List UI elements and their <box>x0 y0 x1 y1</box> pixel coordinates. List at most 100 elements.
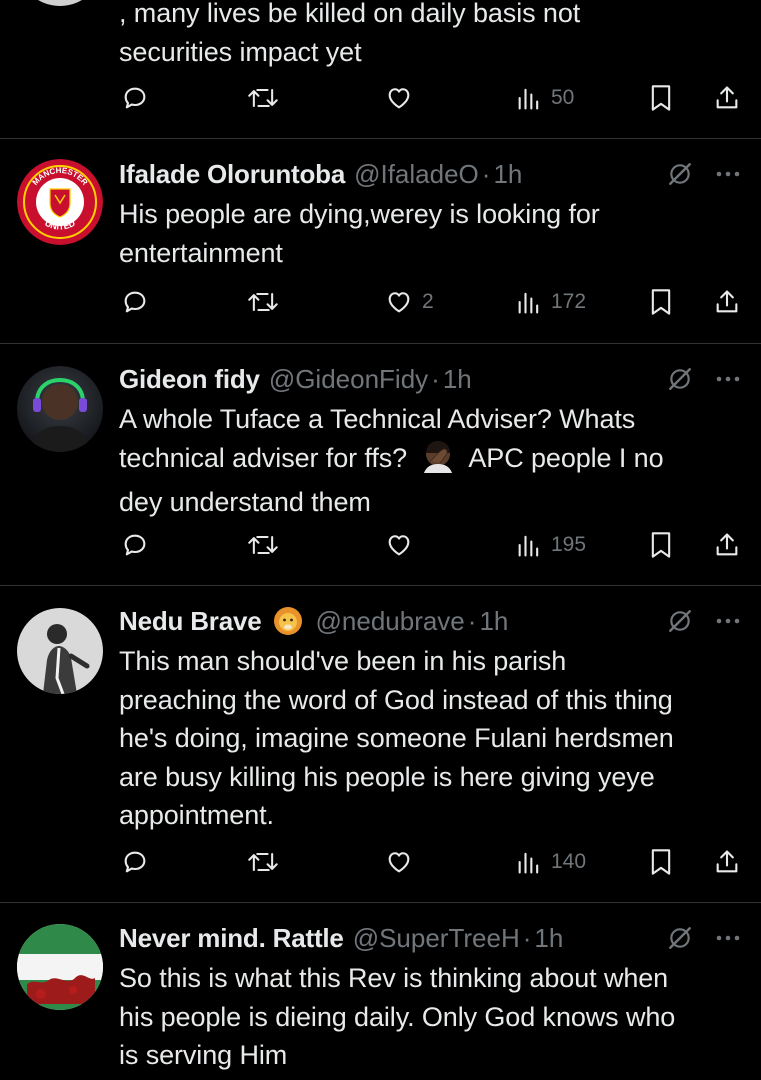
more-button[interactable] <box>715 169 741 179</box>
like-button[interactable] <box>384 847 414 877</box>
reply-button[interactable] <box>121 287 149 317</box>
separator-dot: · <box>522 922 532 953</box>
tweet-item[interactable]: MANCHESTER UNITED Ifalade Oloruntoba @If… <box>0 139 761 344</box>
reply-icon <box>124 291 146 313</box>
bookmark-button[interactable] <box>649 287 673 317</box>
tweet-item[interactable]: Nedu Brave @nedubrave · 1h This man shou… <box>0 586 761 903</box>
views-count: 50 <box>551 86 575 109</box>
retweet-button[interactable] <box>247 287 279 317</box>
share-icon <box>716 86 738 109</box>
analytics-icon <box>518 88 539 110</box>
avatar[interactable] <box>17 0 103 6</box>
user-handle[interactable]: @nedubrave <box>316 606 465 637</box>
like-button[interactable] <box>384 530 414 560</box>
like-count: 2 <box>422 290 434 313</box>
share-button[interactable] <box>713 287 741 317</box>
like-button[interactable] <box>384 83 414 113</box>
display-name[interactable]: Nedu Brave <box>119 606 262 637</box>
like-button[interactable]: 2 <box>384 287 434 317</box>
tweet-text-line: dey understand them <box>119 487 371 517</box>
separator-dot: · <box>481 158 491 189</box>
views-button[interactable]: 140 <box>515 847 586 877</box>
tweet-text-line: he's doing, imagine someone Fulani herds… <box>119 723 674 753</box>
tweet-actions: 2 172 <box>119 287 743 317</box>
display-name[interactable]: Ifalade Oloruntoba <box>119 159 345 190</box>
retweet-icon <box>248 292 278 312</box>
tweet-text-line: preaching the word of God instead of thi… <box>119 684 673 715</box>
avatar[interactable] <box>17 924 103 1010</box>
more-button[interactable] <box>715 933 741 943</box>
heart-icon <box>388 292 410 313</box>
avatar[interactable] <box>17 608 103 694</box>
avatar[interactable] <box>17 366 103 452</box>
grok-button[interactable] <box>667 366 693 392</box>
bookmark-button[interactable] <box>649 83 673 113</box>
display-name[interactable]: Gideon fidy <box>119 364 260 395</box>
timestamp[interactable]: 1h <box>479 606 508 637</box>
tweet-item[interactable]: , many lives be killed on daily basis no… <box>0 0 761 139</box>
grok-button[interactable] <box>667 925 693 951</box>
tweet-item[interactable]: Never mind. Rattle @SuperTreeH · 1h So t… <box>0 903 761 1080</box>
grok-icon <box>669 610 691 632</box>
share-button[interactable] <box>713 83 741 113</box>
more-button[interactable] <box>715 616 741 626</box>
header-actions <box>667 604 741 638</box>
analytics-icon <box>518 292 539 314</box>
header-actions <box>667 921 741 955</box>
bookmark-icon <box>651 289 671 315</box>
retweet-button[interactable] <box>247 530 279 560</box>
grok-button[interactable] <box>667 161 693 187</box>
user-handle[interactable]: @SuperTreeH <box>353 923 520 954</box>
views-button[interactable]: 172 <box>515 287 586 317</box>
share-button[interactable] <box>713 847 741 877</box>
user-photo-icon <box>17 366 103 452</box>
tweet-text-line: securities impact yet <box>119 36 362 67</box>
timestamp[interactable]: 1h <box>534 923 563 954</box>
tweet-text-line: is serving Him <box>119 1040 288 1070</box>
retweet-icon <box>248 852 278 872</box>
more-button[interactable] <box>715 374 741 384</box>
tweet-item[interactable]: Gideon fidy @GideonFidy · 1h A whole Tuf… <box>0 344 761 586</box>
timestamp[interactable]: 1h <box>493 159 522 190</box>
tweet-text-line: entertainment <box>119 237 283 268</box>
reply-icon <box>124 851 146 873</box>
separator-dot: · <box>467 605 477 636</box>
more-icon <box>716 618 740 624</box>
user-handle[interactable]: @GideonFidy <box>269 364 428 395</box>
bookmark-icon <box>651 85 671 111</box>
tweet-header: Ifalade Oloruntoba @IfaladeO · 1h <box>119 157 741 191</box>
display-name[interactable]: Never mind. Rattle <box>119 923 344 954</box>
heart-icon <box>388 852 410 873</box>
reply-button[interactable] <box>121 530 149 560</box>
share-button[interactable] <box>713 530 741 560</box>
tweet-actions: 50 <box>119 83 743 113</box>
tweet-header: Nedu Brave @nedubrave · 1h <box>119 604 741 638</box>
tweet-actions: 195 <box>119 530 743 560</box>
retweet-button[interactable] <box>247 83 279 113</box>
views-button[interactable]: 195 <box>515 530 586 560</box>
timestamp[interactable]: 1h <box>443 364 472 395</box>
reply-icon <box>124 87 146 109</box>
bookmark-button[interactable] <box>649 847 673 877</box>
share-icon <box>716 290 738 313</box>
views-count: 172 <box>551 290 587 313</box>
retweet-button[interactable] <box>247 847 279 877</box>
tweet-text: , many lives be killed on daily basis no… <box>119 0 741 71</box>
share-icon <box>716 850 738 873</box>
user-handle[interactable]: @IfaladeO <box>354 159 479 190</box>
tweet-text-line: This man should've been in his parish <box>119 646 567 676</box>
bookmark-button[interactable] <box>649 530 673 560</box>
reply-button[interactable] <box>121 847 149 877</box>
grok-button[interactable] <box>667 608 693 634</box>
tweet-text-line: appointment. <box>119 800 274 830</box>
more-icon <box>716 935 740 941</box>
grok-icon <box>669 368 691 390</box>
tweet-text-line: So this is what this Rev is thinking abo… <box>119 963 669 993</box>
bookmark-icon <box>651 532 671 558</box>
avatar[interactable]: MANCHESTER UNITED <box>17 159 103 245</box>
views-button[interactable]: 50 <box>515 83 574 113</box>
heart-icon <box>388 535 410 556</box>
reply-button[interactable] <box>121 83 149 113</box>
more-icon <box>716 171 740 177</box>
tweet-text-segment: APC people I no <box>468 442 664 473</box>
